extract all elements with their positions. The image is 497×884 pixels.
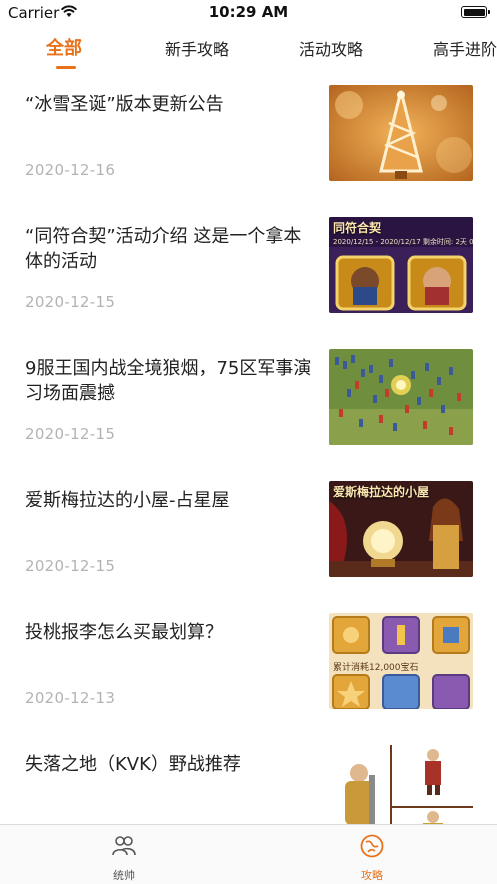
article-list[interactable]: “冰雪圣诞”版本更新公告 2020-12-16 “同符合契”活动介绍 这是一个拿…: [0, 74, 497, 824]
article-title: “同符合契”活动介绍 这是一个拿本体的活动: [25, 226, 302, 272]
list-item[interactable]: 9服王国内战全境狼烟，75区军事演习场面震撼 2020-12-15: [0, 338, 497, 470]
article-title: “冰雪圣诞”版本更新公告: [25, 94, 224, 115]
tabbar-item-commanders[interactable]: 统帅: [0, 825, 248, 884]
article-thumbnail: [329, 85, 473, 181]
thumbnail-subcaption: 2020/12/15 - 2020/12/17 剩余时间: 2天 02:52:2…: [333, 238, 473, 246]
list-item[interactable]: 投桃报李怎么买最划算？ 2020-12-13 累计消耗12,000宝石: [0, 602, 497, 734]
article-date: 2020-12-15: [25, 425, 116, 443]
article-date: 2020-12-13: [25, 689, 116, 707]
category-tabs: 全部 新手攻略 活动攻略 高手进阶: [0, 26, 497, 74]
list-item[interactable]: “同符合契”活动介绍 这是一个拿本体的活动 2020-12-15 同符合契 20…: [0, 206, 497, 338]
thumbnail-caption: 爱斯梅拉达的小屋: [333, 485, 430, 499]
article-thumbnail: 同符合契 2020/12/15 - 2020/12/17 剩余时间: 2天 02…: [329, 217, 473, 313]
article-thumbnail: 爱斯梅拉达的小屋: [329, 481, 473, 577]
list-item[interactable]: 爱斯梅拉达的小屋-占星屋 2020-12-15 爱斯梅拉达的小屋: [0, 470, 497, 602]
tabbar-label: 攻略: [361, 869, 383, 882]
thumbnail-caption: 同符合契: [333, 221, 382, 235]
list-item[interactable]: “冰雪圣诞”版本更新公告 2020-12-16: [0, 74, 497, 206]
article-date: 2020-12-16: [25, 161, 116, 179]
article-thumbnail: [329, 745, 473, 824]
article-title: 9服王国内战全境狼烟，75区军事演习场面震撼: [25, 358, 312, 404]
battery-icon: [461, 6, 490, 18]
people-icon: [112, 836, 136, 856]
article-title: 投桃报李怎么买最划算？: [25, 622, 223, 643]
article-title: 爱斯梅拉达的小屋-占星屋: [25, 490, 230, 511]
article-date: 2020-12-15: [25, 557, 116, 575]
tab-beginner-guide[interactable]: 新手攻略: [165, 36, 229, 60]
tab-advanced-guide[interactable]: 高手进阶: [433, 36, 497, 60]
tabbar-label: 统帅: [113, 869, 135, 882]
status-time: 10:29 AM: [208, 3, 289, 21]
article-thumbnail: 累计消耗12,000宝石: [329, 613, 473, 709]
article-date: 2020-12-15: [25, 293, 116, 311]
status-bar: Carrier 10:29 AM: [0, 0, 497, 26]
article-title: 失落之地（KVK）野战推荐: [25, 754, 241, 775]
active-tab-indicator: [56, 66, 76, 69]
guide-icon: [360, 834, 384, 858]
tab-all[interactable]: 全部: [46, 34, 82, 60]
article-thumbnail: [329, 349, 473, 445]
bottom-tab-bar: 统帅 攻略: [0, 824, 497, 884]
list-item[interactable]: 失落之地（KVK）野战推荐: [0, 734, 497, 824]
thumbnail-caption: 累计消耗12,000宝石: [333, 663, 419, 673]
tab-event-guide[interactable]: 活动攻略: [299, 36, 363, 60]
tabbar-item-guides[interactable]: 攻略: [248, 825, 496, 884]
